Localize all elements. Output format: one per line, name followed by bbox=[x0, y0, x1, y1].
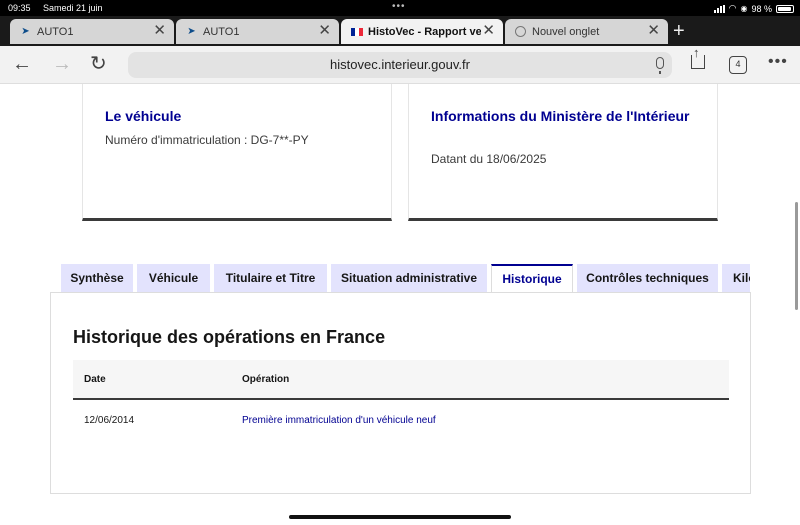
browser-tab-title: Nouvel onglet bbox=[532, 26, 600, 38]
share-icon[interactable] bbox=[691, 45, 705, 69]
reload-icon[interactable]: ↻ bbox=[90, 53, 107, 75]
address-bar[interactable]: histovec.interieur.gouv.fr bbox=[128, 52, 672, 78]
more-options-icon[interactable]: ••• bbox=[768, 53, 788, 71]
browser-tab-title: AUTO1 bbox=[37, 26, 74, 38]
tab-vehicule[interactable]: Véhicule bbox=[137, 264, 210, 292]
battery-percent: 98 % bbox=[751, 3, 772, 14]
history-table-header: Date Opération bbox=[73, 360, 729, 400]
row-date: 12/06/2014 bbox=[84, 415, 135, 426]
battery-icon bbox=[776, 4, 794, 13]
vehicle-card: Le véhicule Numéro d'immatriculation : D… bbox=[82, 84, 392, 221]
vehicle-card-title: Le véhicule bbox=[105, 108, 182, 124]
close-icon[interactable]: ✕ bbox=[318, 23, 331, 39]
french-flag-icon bbox=[351, 28, 363, 36]
registration-number: Numéro d'immatriculation : DG-7**-PY bbox=[105, 133, 309, 147]
browser-tab-histovec[interactable]: HistoVec - Rapport vendeur ✕ bbox=[341, 19, 503, 44]
browser-tab-new[interactable]: Nouvel onglet ✕ bbox=[505, 19, 668, 44]
column-date: Date bbox=[84, 374, 106, 385]
location-icon: ◉ bbox=[740, 4, 748, 13]
home-indicator[interactable] bbox=[289, 515, 511, 519]
status-time: 09:35 bbox=[8, 3, 31, 13]
address-bar-url: histovec.interieur.gouv.fr bbox=[330, 57, 470, 72]
history-panel: Historique des opérations en France Date… bbox=[50, 292, 751, 494]
tab-synthese[interactable]: Synthèse bbox=[61, 264, 133, 292]
auto1-logo-icon: ➤ bbox=[187, 26, 196, 37]
ministry-date: Datant du 18/06/2025 bbox=[431, 152, 547, 166]
row-operation: Première immatriculation d'un véhicule n… bbox=[242, 415, 436, 426]
report-tabs: Synthèse Véhicule Titulaire et Titre Sit… bbox=[61, 264, 750, 293]
wifi-icon: ◠ bbox=[728, 3, 737, 13]
tab-titulaire[interactable]: Titulaire et Titre bbox=[214, 264, 327, 292]
tab-historique[interactable]: Historique bbox=[491, 264, 573, 293]
close-icon[interactable]: ✕ bbox=[647, 23, 660, 39]
tab-kilometrage[interactable]: Kilométrage bbox=[722, 264, 750, 292]
browser-tab-auto1-first[interactable]: ➤ AUTO1 ✕ bbox=[10, 19, 174, 44]
tab-situation[interactable]: Situation administrative bbox=[331, 264, 487, 292]
tab-overview-button[interactable]: 4 bbox=[729, 56, 747, 74]
browser-tab-title: HistoVec - Rapport vendeur bbox=[368, 26, 481, 38]
forward-arrow-icon[interactable]: → bbox=[52, 53, 72, 75]
multitasking-dots-icon[interactable]: ••• bbox=[392, 1, 406, 12]
scrollbar[interactable] bbox=[795, 202, 798, 310]
ministry-card-title: Informations du Ministère de l'Intérieur bbox=[431, 108, 690, 124]
browser-tab-auto1-second[interactable]: ➤ AUTO1 ✕ bbox=[176, 19, 339, 44]
microphone-icon[interactable] bbox=[656, 57, 664, 74]
status-date: Samedi 21 juin bbox=[43, 3, 103, 13]
globe-icon bbox=[515, 26, 526, 37]
cellular-signal-icon bbox=[713, 4, 725, 13]
column-operation: Opération bbox=[242, 374, 290, 385]
tab-controles[interactable]: Contrôles techniques bbox=[577, 264, 718, 292]
close-icon[interactable]: ✕ bbox=[482, 23, 495, 39]
history-heading: Historique des opérations en France bbox=[73, 327, 386, 347]
new-tab-plus-icon[interactable]: + bbox=[673, 16, 685, 46]
browser-toolbar: ← → ↻ histovec.interieur.gouv.fr 4 ••• bbox=[0, 45, 800, 84]
back-arrow-icon[interactable]: ← bbox=[12, 53, 32, 75]
status-bar: 09:35 Samedi 21 juin ••• ◠ ◉ 98 % bbox=[0, 0, 800, 16]
auto1-logo-icon: ➤ bbox=[21, 26, 30, 37]
ministry-card: Informations du Ministère de l'Intérieur… bbox=[408, 84, 718, 221]
browser-tab-title: AUTO1 bbox=[203, 26, 240, 38]
table-row: 12/06/2014 Première immatriculation d'un… bbox=[73, 401, 729, 441]
close-icon[interactable]: ✕ bbox=[153, 23, 166, 39]
